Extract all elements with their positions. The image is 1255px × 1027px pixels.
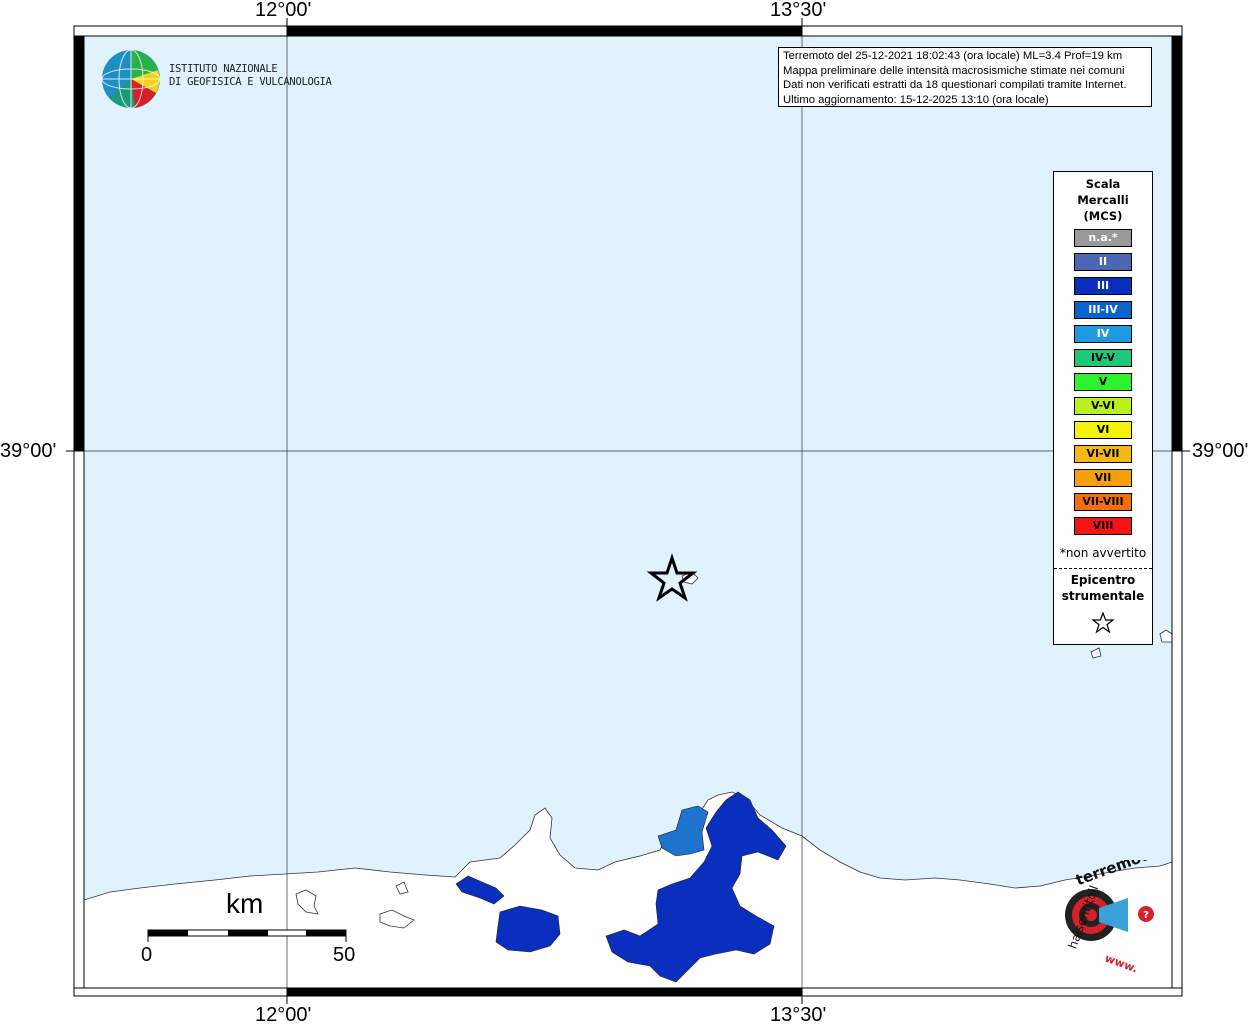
legend-item: n.a.* [1074,229,1132,247]
legend-epicentre-line2: strumentale [1061,589,1145,603]
scale-unit: km [226,888,264,919]
svg-text:?: ? [1143,910,1149,921]
legend-item: VII-VIII [1074,493,1132,511]
ingv-name-line2: DI GEOFISICA E VULCANOLOGIA [169,76,332,88]
legend-epicentre-label: Epicentro strumentale [1054,572,1152,604]
legend-item: II [1074,253,1132,271]
legend-item: VI-VII [1074,445,1132,463]
event-info-line2: Mappa preliminare delle intensità macros… [783,64,1125,77]
event-info-line1: Terremoto del 25-12-2021 18:02:43 (ora l… [783,50,1123,62]
legend-star-icon [1091,612,1115,634]
event-info-line3: Dati non verificati estratti da 18 quest… [783,79,1127,91]
legend-item: V [1074,373,1132,391]
ingv-globe-logo [101,49,161,109]
legend-title-line2: Mercalli [1077,193,1129,207]
lon-label-top-right: 13°30' [770,0,827,21]
legend-item: VII [1074,469,1132,487]
event-info-box: Terremoto del 25-12-2021 18:02:43 (ora l… [778,47,1152,107]
sea-area [84,36,1172,988]
scale-end: 50 [333,944,356,966]
legend-item: VI [1074,421,1132,439]
legend-item: V-VI [1074,397,1132,415]
brand-bottom-text: www. [1103,952,1139,975]
event-info-line4: Ultimo aggiornamento: 15-12-2025 13:10 (… [783,93,1049,106]
legend-item: III [1074,277,1132,295]
haisentito-logo: ? terremoto.it haisentitoil www. [1065,860,1163,975]
scale-start: 0 [141,944,153,966]
legend-item: VIII [1074,517,1132,535]
legend-divider [1054,568,1152,569]
legend-title-line3: (MCS) [1083,209,1123,223]
legend-item: IV-V [1074,349,1132,367]
legend-title-line1: Scala [1085,177,1121,191]
ingv-name-line1: ISTITUTO NAZIONALE [169,63,278,75]
legend-item: IV [1074,325,1132,343]
legend-note: *non avvertito [1059,546,1147,560]
mcs-legend: Scala Mercalli (MCS) n.a.* II III III-IV IV I… [1053,171,1153,645]
legend-title: Scala Mercalli (MCS) [1054,176,1152,224]
ingv-name: ISTITUTO NAZIONALE DI GEOFISICA E VULCAN… [169,63,332,89]
lat-label-left: 39°00' [0,440,57,462]
legend-epicentre-line1: Epicentro [1070,573,1136,587]
lon-label-top-left: 12°00' [255,0,312,21]
lat-label-right: 39°00' [1192,440,1249,462]
legend-item: III-IV [1074,301,1132,319]
